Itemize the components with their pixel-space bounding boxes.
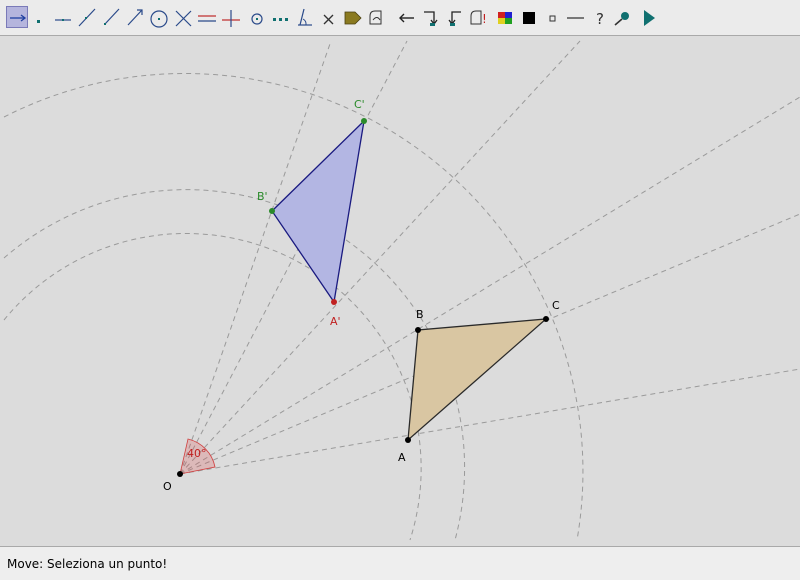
color-palette-icon[interactable]	[494, 6, 516, 28]
point-b[interactable]	[415, 327, 421, 333]
locus-tool-icon[interactable]	[270, 6, 292, 28]
construction-lines	[3, 40, 800, 541]
label-tool-icon[interactable]	[342, 6, 364, 28]
fill-square-icon[interactable]	[518, 6, 540, 28]
point-a1[interactable]	[331, 299, 337, 305]
point-b1[interactable]	[269, 208, 275, 214]
label-o: O	[163, 480, 172, 493]
line-style-icon[interactable]	[564, 6, 586, 28]
point-c[interactable]	[543, 316, 549, 322]
angle-tool-icon[interactable]	[294, 6, 316, 28]
segment-tool-icon[interactable]	[52, 6, 74, 28]
label-b1: B'	[257, 190, 268, 203]
status-message: Move: Seleziona un punto!	[7, 557, 168, 571]
reset-tool-icon[interactable]: !	[468, 6, 490, 28]
svg-text:?: ?	[596, 10, 604, 28]
circle-tool-icon[interactable]	[148, 6, 170, 28]
label-a: A	[398, 451, 406, 464]
svg-text:!: !	[482, 12, 487, 26]
perpendicular-tool-icon[interactable]	[220, 6, 242, 28]
undo-arrow-icon[interactable]	[396, 6, 418, 28]
angle-label: 40°	[187, 447, 207, 460]
help-icon[interactable]: ?	[590, 6, 612, 28]
ray-o-b1	[179, 40, 408, 475]
parallel-tool-icon[interactable]	[196, 6, 218, 28]
delete-tool-icon[interactable]	[318, 6, 340, 28]
label-a1: A'	[330, 315, 341, 328]
zoom-tool-icon[interactable]	[612, 6, 634, 28]
point-tool-icon[interactable]	[28, 6, 50, 28]
drawing-canvas[interactable]: 40° O A B C A' B' C'	[0, 36, 800, 546]
label-c1: C'	[354, 98, 365, 111]
arc-c	[3, 73, 584, 541]
arc-a	[3, 233, 422, 541]
ray-o-a	[179, 368, 800, 475]
geometry-drawing[interactable]: 40° O A B C A' B' C'	[0, 36, 800, 546]
ray-o-a1	[179, 96, 800, 475]
redo-arrow-icon[interactable]	[420, 6, 442, 28]
label-b: B	[416, 308, 424, 321]
arc-b	[3, 189, 466, 541]
point-o[interactable]	[177, 471, 183, 477]
vector-tool-icon[interactable]	[124, 6, 146, 28]
macro-tool-icon[interactable]	[366, 6, 388, 28]
triangle-abc[interactable]	[407, 318, 548, 442]
triangle-a1b1c1[interactable]	[271, 119, 365, 304]
toolbar: ! ?	[0, 0, 800, 36]
ray-tool-icon[interactable]	[100, 6, 122, 28]
intersect-tool-icon[interactable]	[172, 6, 194, 28]
midpoint-tool-icon[interactable]	[246, 6, 268, 28]
status-bar: Move: Seleziona un punto!	[0, 546, 800, 580]
point-a[interactable]	[405, 437, 411, 443]
play-icon[interactable]	[638, 6, 660, 28]
label-c: C	[552, 299, 560, 312]
point-c1[interactable]	[361, 118, 367, 124]
line-tool-icon[interactable]	[76, 6, 98, 28]
back-arrow-icon[interactable]	[444, 6, 466, 28]
move-tool-icon[interactable]	[6, 6, 28, 28]
point-style-icon[interactable]	[542, 6, 564, 28]
